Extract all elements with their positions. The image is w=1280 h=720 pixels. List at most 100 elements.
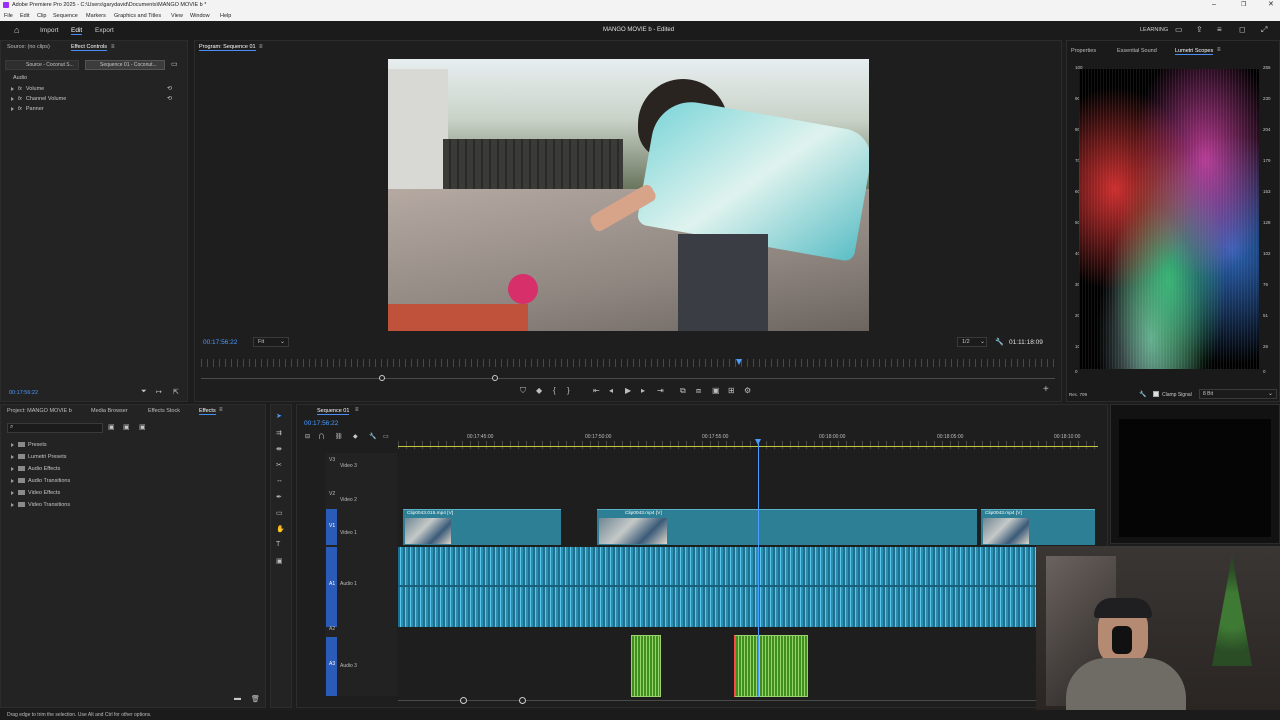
bit-depth-dropdown[interactable]: 8 Bit ⌄: [1199, 389, 1277, 399]
zoom-handle-left[interactable]: [379, 375, 385, 381]
tab-effects-stock[interactable]: Effects Stock: [148, 408, 180, 414]
expand-icon[interactable]: ▭: [171, 60, 178, 68]
settings-wrench-icon[interactable]: 🔧: [369, 433, 376, 440]
notification-icon[interactable]: ◻: [1239, 25, 1246, 34]
panel-icon[interactable]: ▭: [1175, 25, 1183, 34]
lift-edit-icon[interactable]: ⧉: [680, 386, 686, 396]
menu-sequence[interactable]: Sequence: [53, 13, 78, 19]
pen-tool-icon[interactable]: ✒: [276, 493, 284, 501]
fit-dropdown[interactable]: Fit ⌄: [253, 337, 289, 347]
expand-arrow-icon[interactable]: [11, 502, 14, 507]
folder-presets[interactable]: Presets: [11, 442, 47, 448]
effects-search-input[interactable]: ⌕: [7, 423, 103, 433]
track-v3-id[interactable]: V3: [329, 457, 335, 463]
scroll-handle-right[interactable]: [519, 697, 526, 704]
panel-menu-icon[interactable]: ≡: [355, 407, 359, 413]
panel-menu-icon[interactable]: ≡: [1217, 47, 1221, 53]
timeline-ruler[interactable]: [398, 441, 1098, 449]
timeline-scrollbar[interactable]: [398, 700, 1098, 701]
snap-icon[interactable]: ⋂: [319, 433, 324, 440]
menu-markers[interactable]: Markers: [86, 13, 106, 19]
tab-import[interactable]: Import: [40, 27, 58, 34]
export-icon[interactable]: ⇱: [173, 388, 179, 396]
folder-audio-transitions[interactable]: Audio Transitions: [11, 478, 70, 484]
nest-icon[interactable]: ⊟: [305, 433, 310, 440]
video-clip-3[interactable]: Clip0043.mp4 [V]: [981, 509, 1095, 545]
filter-icon[interactable]: ⏷: [141, 388, 147, 396]
track-a2-id[interactable]: A2: [329, 626, 335, 632]
add-marker-icon[interactable]: ◆: [353, 433, 358, 440]
expand-arrow-icon[interactable]: [11, 96, 14, 101]
program-ruler[interactable]: [201, 359, 1055, 367]
expand-arrow-icon[interactable]: [11, 86, 14, 91]
share-icon[interactable]: ⇪: [1196, 25, 1203, 34]
video-clip-1[interactable]: Clip0043.015.mp4 [V]: [403, 509, 561, 545]
effect-panner[interactable]: fx Panner: [11, 106, 44, 112]
video-clip-2[interactable]: Clip0043.mp4 [V]: [597, 509, 977, 545]
rectangle-tool-icon[interactable]: ▭: [276, 509, 284, 517]
effect-channel-volume[interactable]: fx Channel Volume: [11, 96, 66, 102]
tab-lumetri-scopes[interactable]: Lumetri Scopes: [1175, 48, 1214, 55]
fullscreen-icon[interactable]: ⤢: [1261, 25, 1267, 35]
panel-menu-icon[interactable]: ≡: [219, 407, 223, 413]
settings-icon[interactable]: ⚙: [744, 386, 751, 395]
reset-icon[interactable]: ⟲: [167, 85, 172, 92]
tab-effects[interactable]: Effects: [199, 408, 216, 415]
expand-arrow-icon[interactable]: [11, 106, 14, 111]
expand-arrow-icon[interactable]: [11, 490, 14, 495]
marker-icon[interactable]: ◆: [536, 386, 542, 395]
menu-edit[interactable]: Edit: [20, 13, 29, 19]
restore-icon[interactable]: ❐: [1241, 1, 1246, 8]
menu-help[interactable]: Help: [220, 13, 231, 19]
tab-media-browser[interactable]: Media Browser: [91, 408, 128, 414]
menu-view[interactable]: View: [171, 13, 183, 19]
go-to-in-icon[interactable]: ⇤: [593, 386, 600, 395]
tab-essential-sound[interactable]: Essential Sound: [1117, 48, 1157, 54]
timeline-playhead[interactable]: [758, 439, 759, 697]
quality-dropdown[interactable]: 1/2 ⌄: [957, 337, 987, 347]
delete-icon[interactable]: 🗑: [251, 695, 260, 703]
menu-file[interactable]: File: [4, 13, 13, 19]
play-audio-icon[interactable]: ↦: [156, 388, 162, 396]
audio-clip-a3-1[interactable]: [631, 635, 661, 697]
step-forward-icon[interactable]: ▸: [641, 386, 645, 395]
add-button-icon[interactable]: +: [1043, 384, 1049, 395]
go-to-out-icon[interactable]: ⇥: [657, 386, 664, 395]
tab-edit[interactable]: Edit: [71, 27, 83, 35]
panel-menu-icon[interactable]: ≡: [259, 44, 263, 50]
effect-volume[interactable]: fx Volume: [11, 86, 44, 92]
expand-arrow-icon[interactable]: [11, 442, 14, 447]
waveform-scope[interactable]: [1079, 69, 1259, 369]
home-icon[interactable]: ⌂: [14, 25, 19, 35]
wrench-icon[interactable]: 🔧: [995, 338, 1004, 346]
tab-sequence[interactable]: Sequence 01: [317, 408, 350, 415]
expand-arrow-icon[interactable]: [11, 454, 14, 459]
folder-video-effects[interactable]: Video Effects: [11, 490, 60, 496]
video-frame[interactable]: [388, 59, 869, 331]
tab-source[interactable]: Source: (no clips): [7, 44, 50, 50]
menu-clip[interactable]: Clip: [37, 13, 46, 19]
audio-clip-a3-2[interactable]: [734, 635, 808, 697]
32bit-icon[interactable]: ▣: [123, 423, 130, 431]
playhead-handle[interactable]: [755, 439, 761, 445]
track-a3-id[interactable]: A3: [329, 661, 335, 667]
zoom-handle-right[interactable]: [492, 375, 498, 381]
captions-icon[interactable]: ▭: [383, 433, 389, 440]
zoom-bar[interactable]: [201, 378, 1055, 379]
menu-graphics[interactable]: Graphics and Titles: [114, 13, 161, 19]
source-clip-selector[interactable]: Source - Coconut S...: [5, 60, 79, 70]
program-monitor-title[interactable]: Program: Sequence 01: [199, 44, 256, 51]
multicam-icon[interactable]: ⊞: [728, 386, 735, 395]
tab-project[interactable]: Project: MANGO MOVIE b: [7, 408, 72, 414]
ripple-edit-tool-icon[interactable]: ⇼: [276, 445, 284, 453]
scroll-handle-left[interactable]: [460, 697, 467, 704]
step-back-icon[interactable]: ◂: [609, 386, 613, 395]
a1-source-patch[interactable]: [326, 547, 337, 627]
selection-tool-icon[interactable]: ➤: [276, 412, 284, 420]
mark-out-icon[interactable]: }: [567, 386, 570, 395]
menu-window[interactable]: Window: [190, 13, 210, 19]
accelerated-icon[interactable]: ▣: [108, 423, 115, 431]
track-select-tool-icon[interactable]: ⇉: [276, 429, 284, 437]
mark-in-icon[interactable]: {: [553, 386, 556, 395]
expand-arrow-icon[interactable]: [11, 478, 14, 483]
